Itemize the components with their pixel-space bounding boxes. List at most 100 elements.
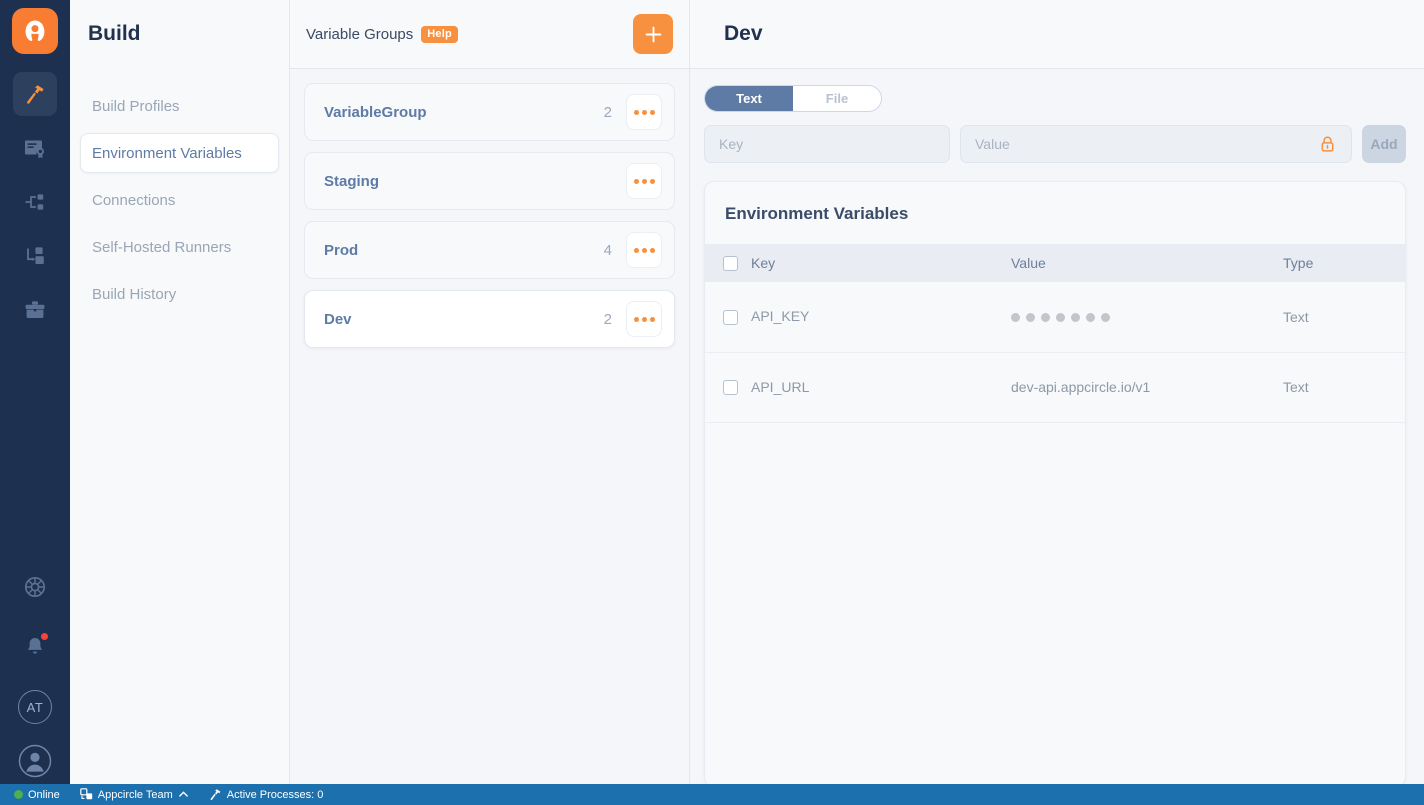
key-input[interactable]: Key — [704, 125, 950, 163]
variable-group-name: Prod — [324, 241, 359, 259]
variable-group-menu-button[interactable] — [626, 94, 662, 130]
rail-item-store-submit[interactable] — [13, 234, 57, 278]
build-nav-header: Build — [70, 0, 289, 69]
value-input[interactable]: Value — [960, 125, 1352, 163]
active-processes-label: Active Processes: 0 — [226, 788, 324, 801]
column-header-key-label: Key — [751, 254, 776, 271]
variable-group-item-staging[interactable]: Staging — [304, 152, 675, 210]
variable-groups-title: Variable Groups — [306, 25, 414, 43]
variable-group-name: Staging — [324, 172, 379, 190]
environment-variables-card: Environment Variables Key Value Type API… — [704, 181, 1406, 787]
variable-groups-header: Variable Groups Help — [290, 0, 689, 69]
variable-group-item-prod[interactable]: Prod 4 — [304, 221, 675, 279]
online-indicator-icon — [14, 790, 23, 799]
rail-item-signing-identities[interactable] — [13, 126, 57, 170]
variable-group-count: 4 — [603, 241, 612, 259]
variable-group-detail-panel: Dev Text File Key Value Add Environment … — [690, 0, 1424, 805]
variable-group-menu-button[interactable] — [626, 163, 662, 199]
rail-item-enterprise-app-store[interactable] — [13, 288, 57, 332]
org-avatar: AT — [18, 690, 52, 724]
icon-rail: AT — [0, 0, 70, 805]
row-key-cell: API_KEY — [705, 282, 1011, 353]
appcircle-logo[interactable] — [12, 8, 58, 54]
row-checkbox[interactable] — [723, 310, 738, 326]
status-active-processes[interactable]: Active Processes: 0 — [209, 788, 335, 801]
status-team[interactable]: Appcircle Team — [79, 788, 200, 801]
store-submit-icon — [27, 247, 44, 264]
notification-badge — [40, 632, 49, 641]
detail-title: Dev — [724, 22, 763, 45]
rail-bottom-group: AT — [13, 565, 57, 805]
sidebar-item-build-history[interactable]: Build History — [80, 274, 279, 314]
help-badge[interactable]: Help — [421, 25, 458, 43]
briefcase-icon — [25, 301, 45, 318]
plus-icon — [645, 26, 661, 42]
variable-type-tabs: Text File — [704, 85, 882, 112]
app-root: AT Build Build Profiles Environment Vari… — [0, 0, 1424, 805]
build-nav-column: Build Build Profiles Environment Variabl… — [70, 0, 290, 805]
sidebar-item-label: Environment Variables — [92, 144, 242, 162]
column-header-key: Key — [705, 244, 1011, 282]
rail-item-build[interactable] — [13, 72, 57, 116]
row-value-cell: dev-api.appcircle.io/v1 — [1011, 352, 1283, 423]
variable-group-count: 2 — [603, 103, 612, 121]
chevron-up-icon — [178, 791, 188, 797]
sidebar-item-label: Connections — [92, 191, 176, 209]
sidebar-item-build-profiles[interactable]: Build Profiles — [80, 86, 279, 126]
page-title: Build — [88, 22, 141, 45]
rail-item-support[interactable] — [13, 565, 57, 609]
variable-groups-list: VariableGroup 2 Staging Prod 4 Dev 2 — [290, 69, 689, 359]
column-header-type: Type — [1283, 244, 1405, 282]
variable-group-name: VariableGroup — [324, 103, 427, 121]
rail-item-notifications[interactable] — [13, 625, 57, 669]
status-online: Online — [8, 789, 71, 801]
variable-group-item-variablegroup[interactable]: VariableGroup 2 — [304, 83, 675, 141]
row-key-label: API_URL — [751, 378, 810, 395]
table-header-row: Key Value Type — [705, 244, 1405, 282]
variable-group-count: 2 — [603, 310, 612, 328]
build-nav-list: Build Profiles Environment Variables Con… — [70, 69, 289, 321]
sidebar-item-label: Self-Hosted Runners — [92, 238, 232, 256]
user-icon — [18, 744, 52, 778]
tab-file[interactable]: File — [793, 86, 881, 111]
rail-item-organization[interactable]: AT — [13, 685, 57, 729]
table-row[interactable]: API_KEY Text — [705, 282, 1405, 353]
lock-icon[interactable] — [1318, 135, 1337, 154]
distribution-icon — [25, 194, 44, 210]
rail-item-account[interactable] — [13, 739, 57, 783]
hammer-icon — [27, 85, 44, 104]
detail-header: Dev — [690, 0, 1424, 69]
value-input-placeholder: Value — [975, 136, 1010, 152]
row-checkbox[interactable] — [723, 380, 738, 396]
select-all-checkbox[interactable] — [723, 256, 738, 272]
add-variable-group-button[interactable] — [633, 14, 673, 54]
sidebar-item-self-hosted-runners[interactable]: Self-Hosted Runners — [80, 227, 279, 267]
environment-variables-table: Key Value Type API_KEY Text API_URL dev-… — [705, 244, 1405, 423]
lifebuoy-icon — [24, 576, 46, 598]
variable-groups-column: Variable Groups Help VariableGroup 2 Sta… — [290, 0, 690, 805]
row-key-cell: API_URL — [705, 352, 1011, 423]
rail-item-distribution[interactable] — [13, 180, 57, 224]
hammer-icon — [210, 789, 221, 801]
online-label: Online — [28, 788, 60, 801]
sidebar-item-connections[interactable]: Connections — [80, 180, 279, 220]
sidebar-item-label: Build Profiles — [92, 97, 180, 115]
organization-icon — [79, 788, 92, 800]
add-variable-button[interactable]: Add — [1362, 125, 1406, 163]
row-type-cell: Text — [1283, 352, 1405, 423]
table-row[interactable]: API_URL dev-api.appcircle.io/v1 Text — [705, 352, 1405, 423]
variable-group-menu-button[interactable] — [626, 232, 662, 268]
add-variable-form: Key Value Add — [704, 125, 1406, 163]
certificate-icon — [25, 140, 44, 159]
row-value-cell — [1011, 282, 1283, 353]
status-bar: Online Appcircle Team Active Processes: … — [0, 784, 1424, 805]
tab-text[interactable]: Text — [705, 86, 793, 111]
sidebar-item-label: Build History — [92, 285, 177, 303]
team-label: Appcircle Team — [97, 788, 173, 801]
sidebar-item-environment-variables[interactable]: Environment Variables — [80, 133, 279, 173]
variable-group-menu-button[interactable] — [626, 301, 662, 337]
variable-group-item-dev[interactable]: Dev 2 — [304, 290, 675, 348]
row-type-cell: Text — [1283, 282, 1405, 353]
detail-toolbar: Text File Key Value Add — [690, 69, 1424, 163]
column-header-value: Value — [1011, 244, 1283, 282]
